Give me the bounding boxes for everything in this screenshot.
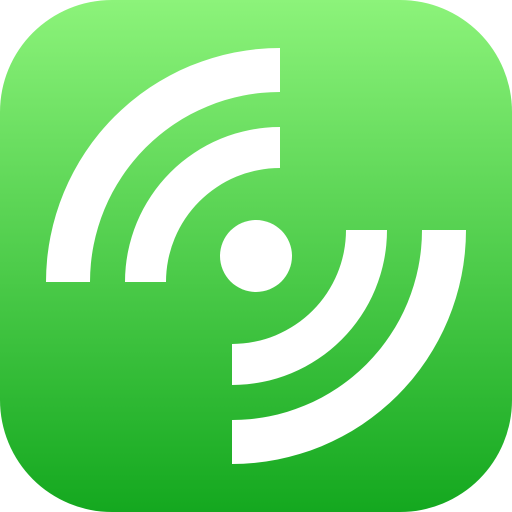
- radio-signal-broadcast-icon: [0, 0, 512, 512]
- center-dot: [220, 220, 292, 292]
- app-icon[interactable]: [0, 0, 512, 512]
